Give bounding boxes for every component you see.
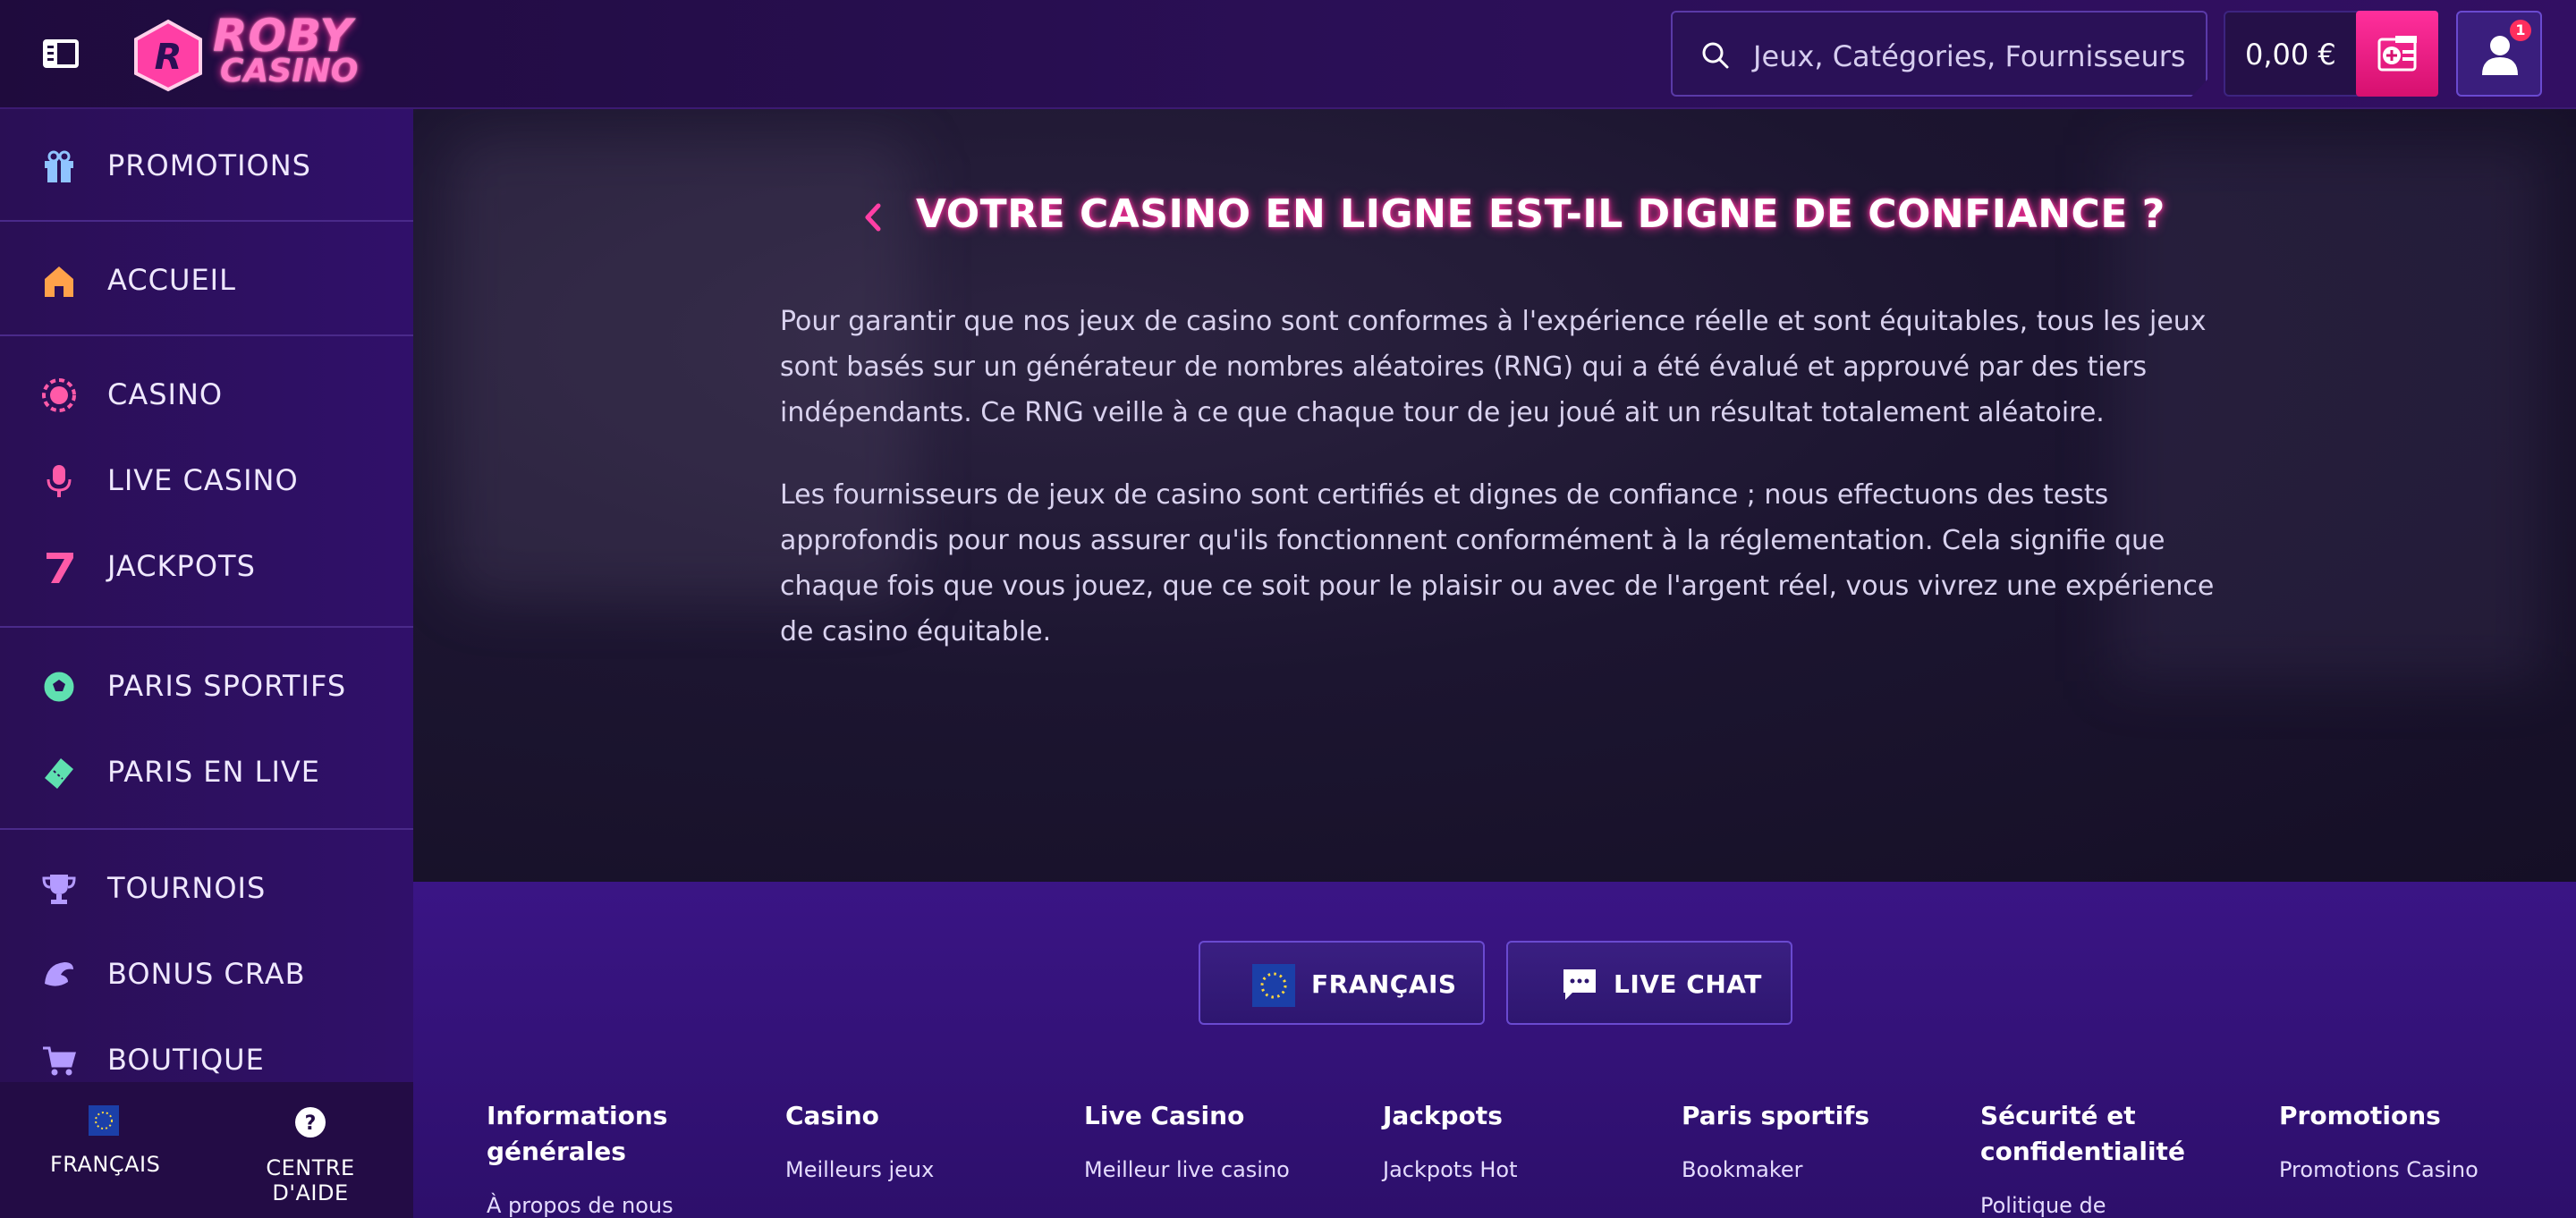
sidebar-item-paris-sportifs[interactable]: PARIS SPORTIFS — [0, 642, 413, 728]
footer-link[interactable]: Bookmaker — [1682, 1157, 1932, 1182]
chat-bubble-icon — [1563, 969, 1596, 1000]
sidebar-item-label: PARIS SPORTIFS — [107, 669, 347, 703]
live-chat-label: LIVE CHAT — [1614, 969, 1762, 999]
footer-language-button[interactable]: FRANÇAIS — [1199, 941, 1485, 1025]
sidebar-toggle-icon[interactable] — [41, 36, 80, 72]
footer-column-casino: Casino Meilleurs jeux — [785, 1098, 1036, 1182]
soccer-ball-icon — [43, 671, 75, 703]
balance-amount: 0,00 € — [2245, 38, 2336, 72]
notification-badge: 1 — [2510, 20, 2531, 41]
footer-column-heading: Casino — [785, 1101, 879, 1130]
deposit-button[interactable] — [2356, 11, 2438, 97]
profile-button[interactable]: 1 — [2456, 11, 2542, 97]
eu-flag-icon — [89, 1105, 119, 1136]
footer-link[interactable]: Promotions Casino — [2279, 1157, 2547, 1182]
sidebar-item-jackpots[interactable]: JACKPOTS — [0, 522, 413, 608]
eu-flag-icon — [1252, 964, 1295, 1007]
footer-column-securite: Sécurité et confidentialité Politique de — [1980, 1098, 2213, 1218]
footer-link[interactable]: À propos de nous — [487, 1193, 737, 1218]
help-center-link[interactable]: ? CENTRE D'AIDE — [229, 1105, 392, 1205]
sidebar: PROMOTIONS ACCUEIL CASINO LIVE CASINO JA… — [0, 109, 413, 1218]
svg-text:R: R — [155, 37, 182, 78]
sidebar-item-accueil[interactable]: ACCUEIL — [0, 236, 413, 322]
footer-column-promotions: Promotions Promotions Casino — [2279, 1098, 2547, 1182]
article-paragraph-2: Les fournisseurs de jeux de casino sont … — [780, 479, 2215, 647]
help-icon: ? — [295, 1107, 326, 1138]
footer-column-jackpots: Jackpots Jackpots Hot — [1383, 1098, 1633, 1182]
roby-casino-logo[interactable]: R ROBY CASINO — [131, 10, 372, 93]
gift-icon — [45, 150, 73, 182]
sidebar-item-live-casino[interactable]: LIVE CASINO — [0, 436, 413, 522]
footer-column-live-casino: Live Casino Meilleur live casino — [1084, 1098, 1335, 1182]
sidebar-item-casino[interactable]: CASINO — [0, 351, 413, 436]
sidebar-footer: FRANÇAIS ? CENTRE D'AIDE — [0, 1082, 413, 1218]
footer-column-general: Informations générales À propos de nous — [487, 1098, 737, 1218]
deposit-wallet-icon — [2377, 36, 2417, 72]
main-content: VOTRE CASINO EN LIGNE EST-IL DIGNE DE CO… — [413, 109, 2576, 882]
sidebar-item-label: PARIS EN LIVE — [107, 755, 320, 789]
sidebar-item-label: BOUTIQUE — [107, 1043, 265, 1077]
footer-column-paris-sportifs: Paris sportifs Bookmaker — [1682, 1098, 1932, 1182]
logo-text-roby: ROBY — [213, 10, 353, 62]
footer-link[interactable]: Politique de — [1980, 1193, 2213, 1218]
live-chat-button[interactable]: LIVE CHAT — [1506, 941, 1792, 1025]
footer-column-heading: Paris sportifs — [1682, 1101, 1870, 1130]
sidebar-language-label: FRANÇAIS — [50, 1152, 161, 1177]
cart-icon — [43, 1046, 76, 1076]
footer-column-heading: Jackpots — [1383, 1101, 1503, 1130]
home-icon — [45, 266, 73, 297]
page-footer: FRANÇAIS LIVE CHAT Informations générale… — [413, 882, 2576, 1218]
help-center-label: CENTRE D'AIDE — [266, 1155, 355, 1205]
sidebar-item-label: BONUS CRAB — [107, 957, 306, 991]
footer-column-heading: Sécurité et confidentialité — [1980, 1101, 2185, 1166]
sidebar-item-label: TOURNOIS — [107, 871, 267, 905]
footer-link[interactable]: Meilleurs jeux — [785, 1157, 1036, 1182]
footer-link[interactable]: Meilleur live casino — [1084, 1157, 1335, 1182]
footer-column-heading: Live Casino — [1084, 1101, 1245, 1130]
sidebar-item-label: LIVE CASINO — [107, 463, 299, 497]
back-chevron-icon[interactable] — [859, 195, 886, 240]
sidebar-item-paris-en-live[interactable]: PARIS EN LIVE — [0, 728, 413, 814]
microphone-icon — [47, 465, 72, 497]
sidebar-language-selector[interactable]: FRANÇAIS — [50, 1105, 161, 1177]
sidebar-item-label: ACCUEIL — [107, 263, 236, 297]
footer-column-heading: Informations générales — [487, 1101, 668, 1166]
trophy-icon — [42, 875, 76, 904]
crab-icon — [45, 962, 73, 986]
sidebar-item-label: PROMOTIONS — [107, 148, 311, 182]
sidebar-item-bonus-crab[interactable]: BONUS CRAB — [0, 930, 413, 1016]
footer-link[interactable]: Jackpots Hot — [1383, 1157, 1633, 1182]
top-header: R ROBY CASINO Jeux, Catégories, Fourniss… — [0, 0, 2576, 109]
svg-text:?: ? — [305, 1112, 317, 1135]
sidebar-item-tournois[interactable]: TOURNOIS — [0, 844, 413, 930]
logo-text-casino: CASINO — [220, 53, 359, 89]
search-input[interactable]: Jeux, Catégories, Fournisseurs — [1671, 11, 2207, 97]
sidebar-item-label: JACKPOTS — [107, 549, 256, 583]
page-title: VOTRE CASINO EN LIGNE EST-IL DIGNE DE CO… — [916, 191, 2165, 237]
casino-chip-icon — [42, 378, 76, 412]
sidebar-item-promotions[interactable]: PROMOTIONS — [0, 122, 413, 207]
article-paragraph-1: Pour garantir que nos jeux de casino son… — [780, 306, 2207, 428]
footer-language-label: FRANÇAIS — [1311, 969, 1457, 999]
search-placeholder: Jeux, Catégories, Fournisseurs — [1753, 39, 2186, 73]
ticket-icon — [45, 758, 73, 789]
sidebar-item-label: CASINO — [107, 377, 224, 411]
search-icon — [1702, 42, 1729, 69]
seven-icon — [47, 553, 73, 583]
footer-column-heading: Promotions — [2279, 1101, 2441, 1130]
